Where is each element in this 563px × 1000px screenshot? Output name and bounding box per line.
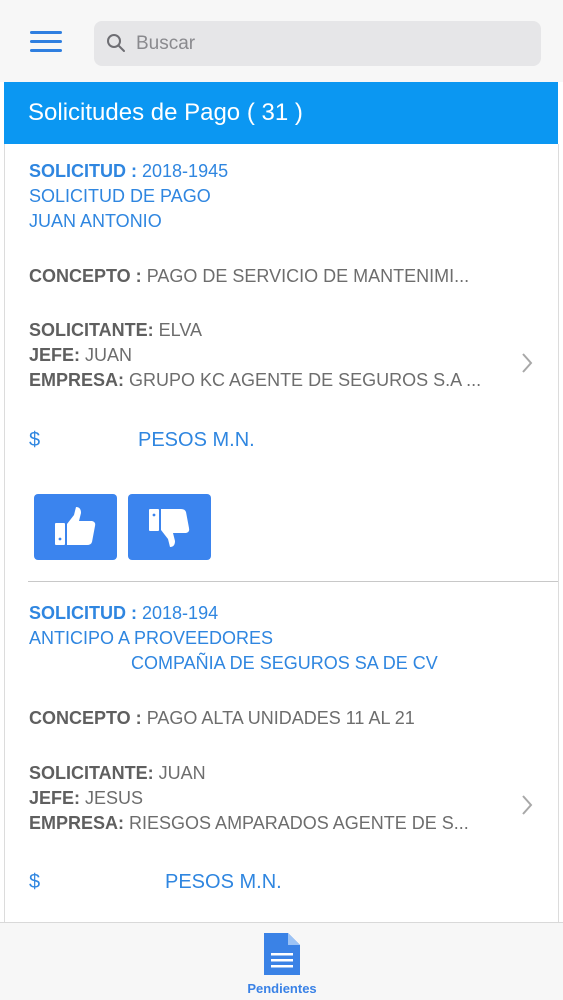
- bottom-nav: Pendientes: [0, 922, 563, 1000]
- boss-line: JEFE: JESUS: [29, 787, 143, 809]
- boss-label: JEFE:: [29, 788, 81, 808]
- requester-label: SOLICITANTE:: [29, 320, 154, 340]
- chevron-right-icon[interactable]: [520, 351, 534, 375]
- hamburger-menu-icon[interactable]: [30, 31, 62, 55]
- search-icon: [107, 34, 125, 52]
- request-type: SOLICITUD DE PAGO: [29, 186, 211, 206]
- company-label: EMPRESA:: [29, 370, 125, 390]
- concept-value: PAGO DE SERVICIO DE MANTENIMI...: [146, 266, 470, 286]
- folio-line: SOLICITUD : 2018-1945: [29, 160, 228, 182]
- thumbs-up-icon: [55, 507, 96, 545]
- folio-line: SOLICITUD : 2018-194: [29, 602, 218, 624]
- requester-value: ELVA: [158, 320, 203, 340]
- beneficiary-name: COMPAÑIA DE SEGUROS SA DE CV: [131, 653, 438, 673]
- requester-value: JUAN: [158, 763, 206, 783]
- search-input[interactable]: [136, 21, 531, 66]
- boss-line: JEFE: JUAN: [29, 344, 132, 366]
- concept-line: CONCEPTO : PAGO DE SERVICIO DE MANTENIMI…: [29, 265, 469, 287]
- company-label: EMPRESA:: [29, 813, 125, 833]
- currency-name: PESOS M.N.: [138, 429, 255, 451]
- search-bar[interactable]: [94, 21, 541, 66]
- document-icon: [264, 933, 300, 975]
- boss-value: JESUS: [85, 788, 144, 808]
- beneficiary-name: JUAN ANTONIO: [29, 211, 162, 231]
- top-bar: [0, 0, 563, 82]
- chevron-right-icon[interactable]: [520, 793, 534, 817]
- tab-label: Pendientes: [247, 981, 317, 996]
- currency-symbol: $: [29, 871, 41, 893]
- currency-symbol: $: [29, 429, 41, 451]
- requester-line: SOLICITANTE: ELVA: [29, 319, 202, 341]
- tab-pendientes[interactable]: Pendientes: [232, 929, 332, 997]
- folio-value: 2018-1945: [142, 161, 229, 181]
- company-value: RIESGOS AMPARADOS AGENTE DE S...: [129, 813, 469, 833]
- boss-value: JUAN: [85, 345, 133, 365]
- currency-name: PESOS M.N.: [165, 871, 282, 893]
- frame-border-left: [4, 144, 5, 922]
- folio-label: SOLICITUD :: [29, 603, 137, 623]
- card-divider: [28, 581, 558, 582]
- concept-label: CONCEPTO :: [29, 708, 142, 728]
- company-line: EMPRESA: RIESGOS AMPARADOS AGENTE DE S..…: [29, 812, 469, 834]
- list-header: Solicitudes de Pago ( 31 ): [4, 82, 558, 144]
- requester-label: SOLICITANTE:: [29, 763, 154, 783]
- thumbs-down-icon: [149, 509, 190, 547]
- boss-label: JEFE:: [29, 345, 81, 365]
- concept-value: PAGO ALTA UNIDADES 11 AL 21: [146, 708, 415, 728]
- approve-button[interactable]: [34, 494, 117, 560]
- reject-button[interactable]: [128, 494, 211, 560]
- requester-line: SOLICITANTE: JUAN: [29, 762, 206, 784]
- company-line: EMPRESA: GRUPO KC AGENTE DE SEGUROS S.A …: [29, 369, 481, 391]
- concept-line: CONCEPTO : PAGO ALTA UNIDADES 11 AL 21: [29, 707, 415, 729]
- request-type: ANTICIPO A PROVEEDORES: [29, 628, 274, 648]
- folio-label: SOLICITUD :: [29, 161, 137, 181]
- company-value: GRUPO KC AGENTE DE SEGUROS S.A ...: [129, 370, 482, 390]
- page-title: Solicitudes de Pago ( 31 ): [28, 99, 303, 126]
- folio-value: 2018-194: [142, 603, 219, 623]
- frame-border-right: [558, 144, 559, 922]
- concept-label: CONCEPTO :: [29, 266, 142, 286]
